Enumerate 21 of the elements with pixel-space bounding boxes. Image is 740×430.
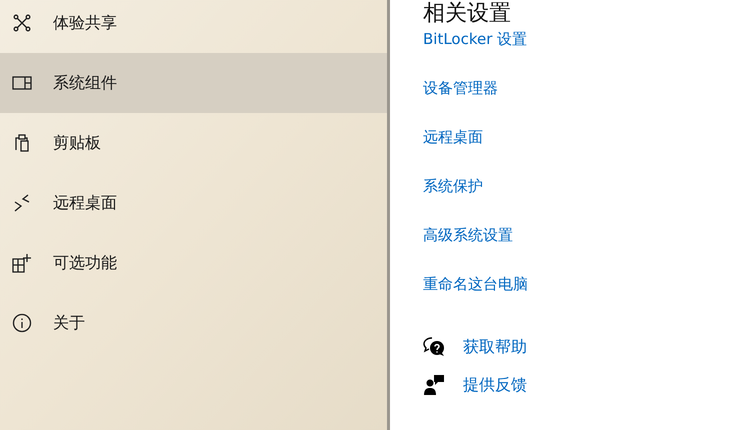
sidebar-item[interactable]: 可选功能 <box>0 233 387 293</box>
nodes-icon <box>12 13 32 33</box>
grid-plus-icon <box>12 253 32 273</box>
sidebar-item[interactable]: 剪贴板 <box>0 113 387 173</box>
support-link[interactable]: 提供反馈 <box>463 374 527 396</box>
remote-icon <box>12 193 32 213</box>
settings-link[interactable]: 高级系统设置 <box>423 225 513 246</box>
settings-link[interactable]: 重命名这台电脑 <box>423 274 528 295</box>
info-icon <box>12 313 32 333</box>
sidebar-item[interactable]: 体验共享 <box>0 0 387 53</box>
sidebar-item[interactable]: 远程桌面 <box>0 173 387 233</box>
support-link[interactable]: 获取帮助 <box>463 336 527 358</box>
settings-link[interactable]: BitLocker 设置 <box>423 29 528 50</box>
sidebar-item[interactable]: 系统组件 <box>0 53 387 113</box>
settings-link[interactable]: 远程桌面 <box>423 127 483 148</box>
settings-link[interactable]: 系统保护 <box>423 176 483 197</box>
settings-link[interactable]: 设备管理器 <box>423 78 498 99</box>
sidebar-item[interactable]: 关于 <box>0 293 387 353</box>
feedback-icon <box>423 374 445 396</box>
section-heading: 相关设置 <box>423 0 511 28</box>
help-icon <box>423 336 445 358</box>
